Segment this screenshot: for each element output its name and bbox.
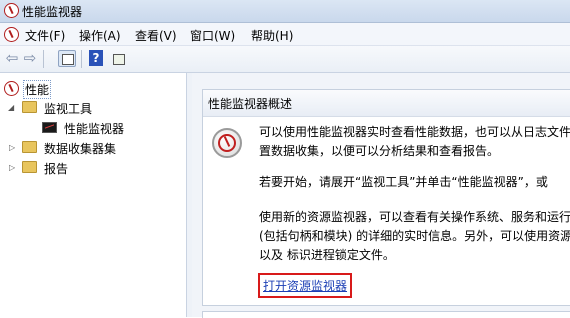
menu-view[interactable]: 查看(V) — [135, 27, 177, 44]
performance-monitor-app-icon — [4, 3, 19, 18]
tree-label-data-collector-sets: 数据收集器集 — [44, 142, 117, 156]
overview-text: 可以使用性能监视器实时查看性能数据，也可以从日志文件 — [259, 125, 570, 139]
toolbar-separator — [81, 50, 82, 68]
help-icon[interactable]: ? — [89, 50, 103, 66]
menu-help[interactable]: 帮助(H) — [251, 27, 293, 44]
window-title: 性能监视器 — [22, 5, 83, 19]
collapse-triangle-icon[interactable]: ◢ — [8, 103, 14, 112]
menu-window[interactable]: 窗口(W) — [190, 27, 235, 44]
navigation-tree: 性能 ◢ 监视工具 性能监视器 ▷ 数据收集器集 ▷ 报告 — [0, 73, 186, 317]
overview-text: (包括句柄和模块) 的详细的实时信息。另外，可以使用资源 — [259, 229, 570, 243]
tree-item-reports[interactable]: ▷ 报告 — [8, 159, 184, 177]
tree-label-performance: 性能 — [23, 80, 52, 99]
overview-panel: 性能监视器概述 可以使用性能监视器实时查看性能数据，也可以从日志文件 置数据收集… — [202, 89, 570, 306]
overview-paragraph-1: 可以使用性能监视器实时查看性能数据，也可以从日志文件 置数据收集，以便可以分析结… — [259, 123, 570, 161]
menu-bar: 文件(F) 操作(A) 查看(V) 窗口(W) 帮助(H) — [0, 23, 570, 46]
properties-glyph — [113, 54, 125, 65]
tree-item-monitoring-tools[interactable]: ◢ 监视工具 — [8, 99, 184, 117]
forward-arrow-icon[interactable]: ⇨ — [22, 50, 38, 67]
highlighted-link-box: 打开资源监视器 — [258, 273, 353, 298]
performance-monitor-large-icon — [212, 128, 242, 158]
tree-label-reports: 报告 — [44, 162, 69, 176]
overview-paragraph-3: 使用新的资源监视器，可以查看有关操作系统、服务和运行 (包括句柄和模块) 的详细… — [259, 208, 570, 265]
overview-title: 性能监视器概述 — [208, 97, 293, 111]
folder-icon — [22, 141, 37, 153]
overview-text: 使用新的资源监视器，可以查看有关操作系统、服务和运行 — [259, 210, 570, 224]
open-resource-monitor-link[interactable]: 打开资源监视器 — [263, 279, 347, 293]
toolbar: ⇦ ⇨ ? — [0, 46, 570, 73]
menu-action[interactable]: 操作(A) — [79, 27, 121, 44]
tree-panel-glyph — [62, 54, 74, 65]
performance-chart-icon — [42, 122, 57, 133]
overview-text: 以及 标识进程锁定文件。 — [259, 248, 395, 262]
expand-triangle-icon[interactable]: ▷ — [9, 163, 15, 172]
overview-header: 性能监视器概述 — [203, 90, 570, 117]
tree-item-performance[interactable]: 性能 — [4, 79, 184, 99]
tree-label-monitoring-tools: 监视工具 — [44, 102, 93, 116]
tree-item-data-collector-sets[interactable]: ▷ 数据收集器集 — [8, 139, 184, 157]
properties-icon[interactable] — [110, 50, 128, 67]
toolbar-separator — [43, 50, 44, 68]
content-pane: 性能监视器概述 可以使用性能监视器实时查看性能数据，也可以从日志文件 置数据收集… — [192, 73, 570, 318]
expand-triangle-icon[interactable]: ▷ — [9, 143, 15, 152]
performance-icon — [4, 81, 19, 96]
tree-label-performance-monitor: 性能监视器 — [64, 122, 125, 136]
overview-text: 若要开始，请展开“监视工具”并单击“性能监视器”，或 — [259, 175, 548, 189]
tree-item-performance-monitor[interactable]: 性能监视器 — [40, 119, 184, 137]
title-bar: 性能监视器 — [0, 0, 570, 23]
menu-file[interactable]: 文件(F) — [25, 27, 65, 44]
folder-icon — [22, 161, 37, 173]
system-menu-icon[interactable] — [4, 27, 19, 42]
show-hide-tree-icon[interactable] — [58, 50, 76, 67]
back-arrow-icon[interactable]: ⇦ — [4, 50, 20, 67]
overview-paragraph-2: 若要开始，请展开“监视工具”并单击“性能监视器”，或 — [259, 173, 548, 192]
folder-icon — [22, 101, 37, 113]
overview-text: 置数据收集，以便可以分析结果和查看报告。 — [259, 144, 500, 158]
